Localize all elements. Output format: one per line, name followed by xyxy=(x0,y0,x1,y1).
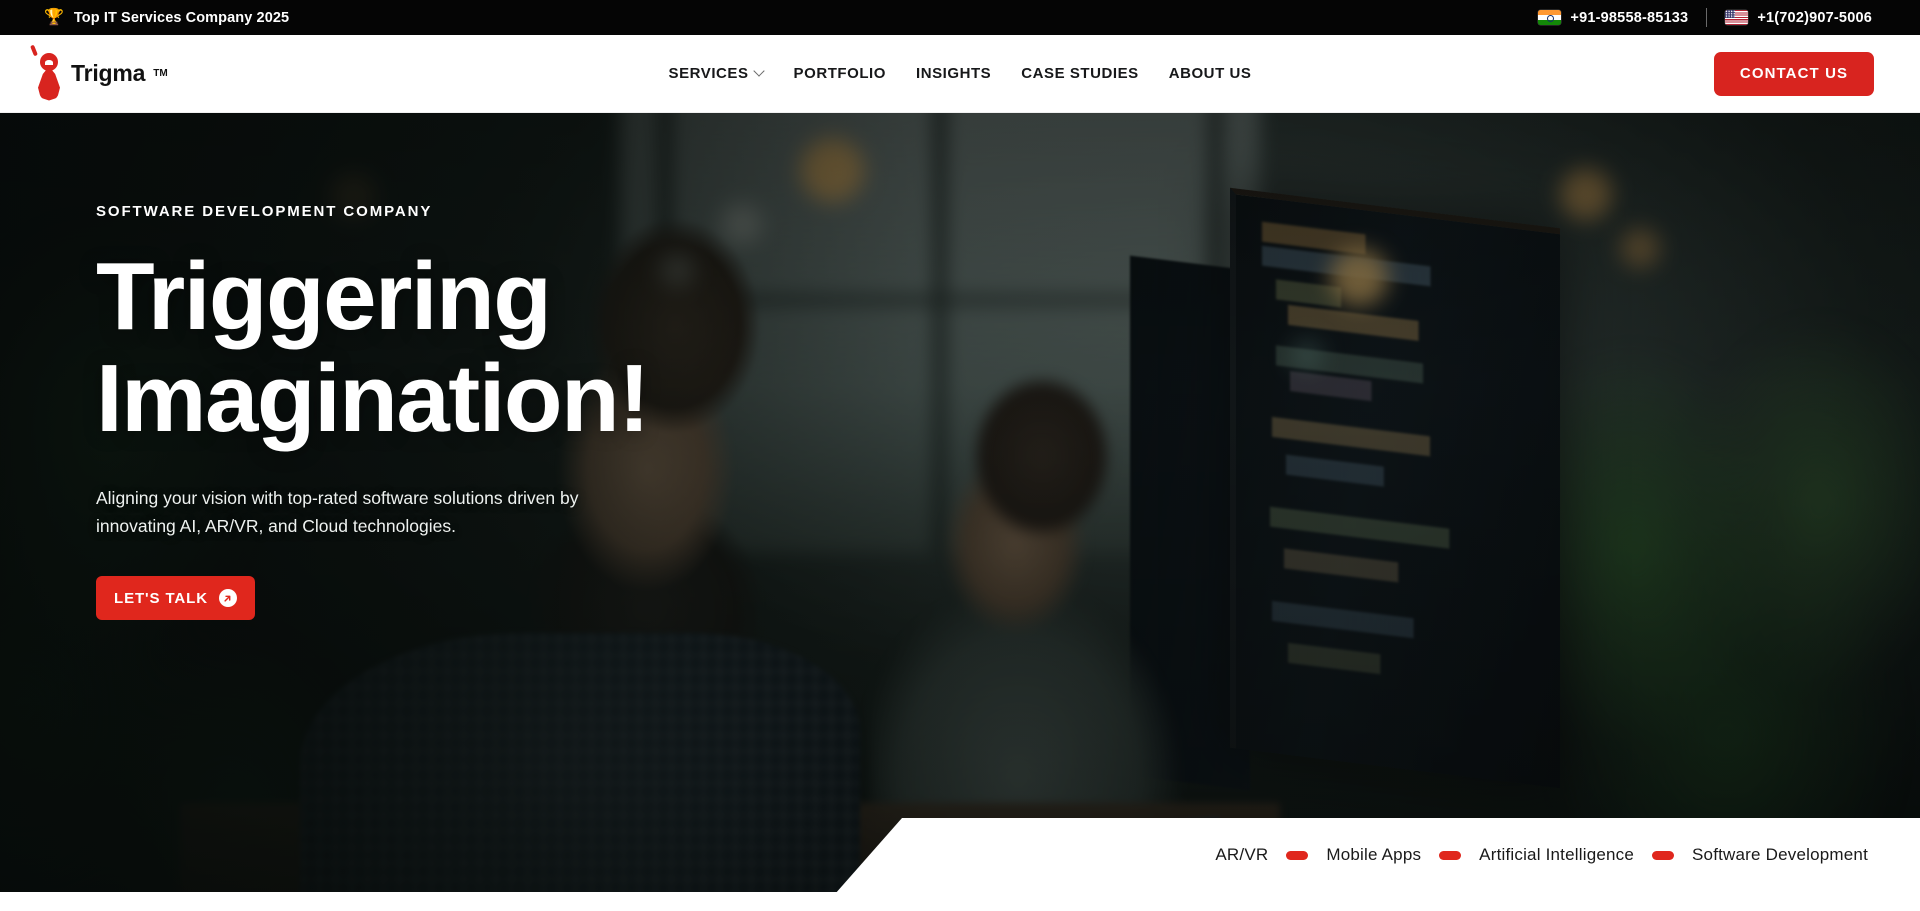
hero-eyebrow: SOFTWARE DEVELOPMENT COMPANY xyxy=(96,203,433,220)
nav-item-insights[interactable]: INSIGHTS xyxy=(916,65,991,82)
hero-headline-line1: Triggering xyxy=(96,243,552,350)
nav-label-about-us: ABOUT US xyxy=(1168,65,1252,82)
ticker-item-artificial-intelligence[interactable]: Artificial Intelligence xyxy=(1461,845,1652,865)
nav-item-portfolio[interactable]: PORTFOLIO xyxy=(794,65,886,82)
top-announcement-bar: 🏆 Top IT Services Company 2025 +91-98558… xyxy=(0,0,1920,35)
ticker-item-ar-vr[interactable]: AR/VR xyxy=(1197,845,1286,865)
hero-headline-line2: Imagination! xyxy=(96,344,650,452)
trigma-logo-icon xyxy=(30,44,64,103)
phone-usa[interactable]: +1(702)907-5006 xyxy=(1725,10,1872,26)
hero-section: SOFTWARE DEVELOPMENT COMPANY Triggering … xyxy=(0,113,1920,893)
lets-talk-button[interactable]: LET'S TALK xyxy=(96,576,255,621)
phone-india[interactable]: +91-98558-85133 xyxy=(1538,10,1688,26)
ticker-separator-dash-icon xyxy=(1652,850,1675,860)
main-navigation: SERVICES PORTFOLIO INSIGHTS CASE STUDIES… xyxy=(282,65,1638,82)
contact-us-button[interactable]: CONTACT US xyxy=(1714,51,1874,96)
hero-subcopy: Aligning your vision with top-rated soft… xyxy=(96,487,579,536)
ticker-item-software-development[interactable]: Software Development xyxy=(1674,845,1886,865)
nav-item-services[interactable]: SERVICES xyxy=(669,65,764,82)
topbar-divider xyxy=(1706,8,1708,27)
chevron-down-icon xyxy=(755,67,764,76)
nav-label-services: SERVICES xyxy=(668,65,749,82)
phone-usa-number: +1(702)907-5006 xyxy=(1757,9,1872,26)
nav-label-portfolio: PORTFOLIO xyxy=(793,65,886,82)
header-actions: CONTACT US xyxy=(1638,51,1898,96)
brand-name: Trigma xyxy=(71,60,146,86)
nav-label-case-studies: CASE STUDIES xyxy=(1021,65,1139,82)
hero-headline: Triggering Imagination! xyxy=(96,246,796,450)
arrow-up-right-icon xyxy=(218,589,237,608)
site-header: Trigma TM SERVICES PORTFOLIO INSIGHTS CA… xyxy=(0,35,1920,113)
nav-item-case-studies[interactable]: CASE STUDIES xyxy=(1021,65,1138,82)
brand-logo-link[interactable]: Trigma TM xyxy=(22,44,282,103)
ticker-item-list: AR/VR Mobile Apps Artificial Intelligenc… xyxy=(1197,818,1886,892)
nav-label-insights: INSIGHTS xyxy=(916,65,992,82)
award-badge: 🏆 Top IT Services Company 2025 xyxy=(44,8,290,26)
award-text: Top IT Services Company 2025 xyxy=(73,9,290,26)
brand-trademark: TM xyxy=(153,68,168,79)
ticker-item-mobile-apps[interactable]: Mobile Apps xyxy=(1308,845,1439,865)
hero-content: SOFTWARE DEVELOPMENT COMPANY Triggering … xyxy=(96,203,796,621)
ticker-separator-dash-icon xyxy=(1286,850,1309,860)
trophy-icon: 🏆 xyxy=(44,8,64,26)
phone-india-number: +91-98558-85133 xyxy=(1570,9,1689,26)
lets-talk-label: LET'S TALK xyxy=(114,589,208,607)
logo-drop-shape xyxy=(38,66,60,101)
nav-item-about-us[interactable]: ABOUT US xyxy=(1169,65,1252,82)
ticker-separator-dash-icon xyxy=(1439,850,1462,860)
india-flag-icon xyxy=(1538,10,1562,25)
contact-phone-group: +91-98558-85133 +1(702)907-5006 xyxy=(1538,8,1898,27)
logo-spark-shape xyxy=(30,44,38,56)
usa-flag-icon xyxy=(1725,10,1749,25)
service-ticker: AR/VR Mobile Apps Artificial Intelligenc… xyxy=(0,818,1920,911)
